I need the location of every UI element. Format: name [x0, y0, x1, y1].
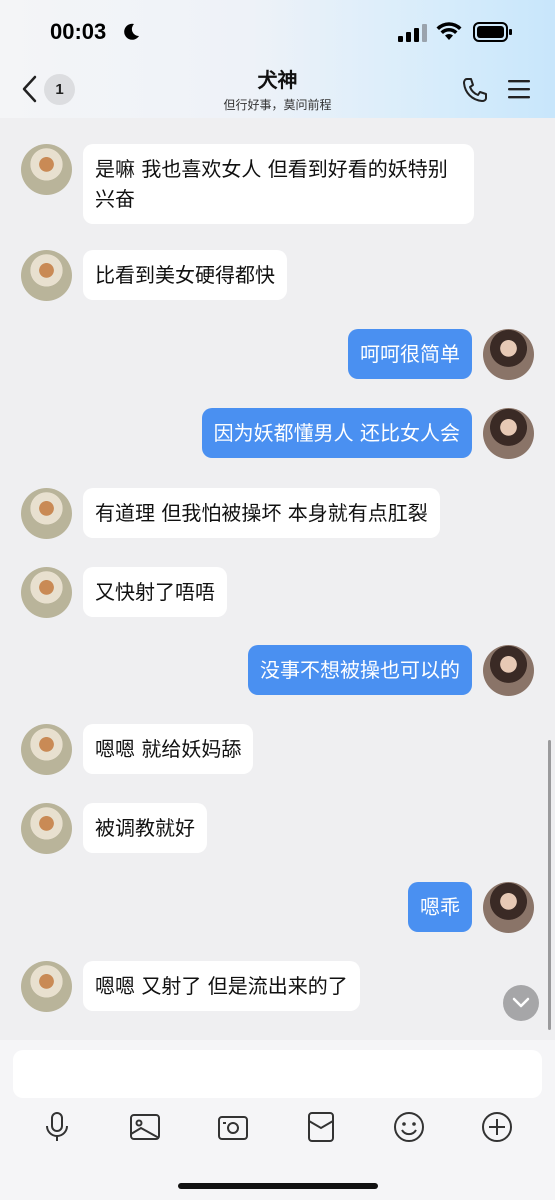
message-bubble-outgoing: 嗯乖 [408, 882, 472, 932]
battery-icon [473, 22, 512, 42]
contact-avatar[interactable] [21, 567, 72, 618]
message-bubble-incoming: 嗯嗯 就给妖妈舔 [83, 724, 254, 774]
microphone-icon[interactable] [40, 1110, 74, 1144]
my-avatar[interactable] [483, 408, 534, 459]
message-bubble-incoming: 是嘛 我也喜欢女人 但看到好看的妖特别兴奋 [83, 144, 474, 224]
emoji-icon[interactable] [392, 1110, 426, 1144]
contact-avatar[interactable] [21, 724, 72, 775]
contact-avatar[interactable] [21, 803, 72, 854]
message-bubble-incoming: 又快射了唔唔 [83, 567, 227, 617]
signal-icon [398, 24, 427, 42]
my-avatar[interactable] [483, 645, 534, 696]
plus-icon[interactable] [480, 1110, 514, 1144]
home-indicator[interactable] [178, 1183, 378, 1189]
menu-icon[interactable] [508, 79, 530, 99]
message-bubble-incoming: 被调教就好 [83, 803, 207, 853]
camera-icon[interactable] [216, 1110, 250, 1144]
message-bubble-incoming: 嗯嗯 又射了 但是流出来的了 [83, 961, 360, 1011]
moon-icon [124, 23, 139, 40]
message-bubble-outgoing: 呵呵很简单 [348, 329, 472, 379]
scroll-to-bottom-button[interactable] [503, 985, 539, 1021]
message-bubble-outgoing: 没事不想被操也可以的 [248, 645, 472, 695]
contact-avatar[interactable] [21, 488, 72, 539]
contact-avatar[interactable] [21, 144, 72, 195]
my-avatar[interactable] [483, 329, 534, 380]
phone-icon[interactable] [461, 76, 489, 104]
contact-avatar[interactable] [21, 961, 72, 1012]
my-avatar[interactable] [483, 882, 534, 933]
red-packet-icon[interactable] [304, 1110, 338, 1144]
scrollbar[interactable] [548, 740, 551, 1030]
message-bubble-incoming: 有道理 但我怕被操坏 本身就有点肛裂 [83, 488, 440, 538]
status-time: 00:03 [50, 19, 107, 44]
chevron-down-icon [512, 997, 530, 1008]
message-bubble-outgoing: 因为妖都懂男人 还比女人会 [201, 408, 472, 458]
contact-avatar[interactable] [21, 250, 72, 301]
wifi-icon [436, 22, 462, 40]
message-input[interactable] [13, 1050, 542, 1098]
image-icon[interactable] [128, 1110, 162, 1144]
message-bubble-incoming: 比看到美女硬得都快 [83, 250, 287, 300]
